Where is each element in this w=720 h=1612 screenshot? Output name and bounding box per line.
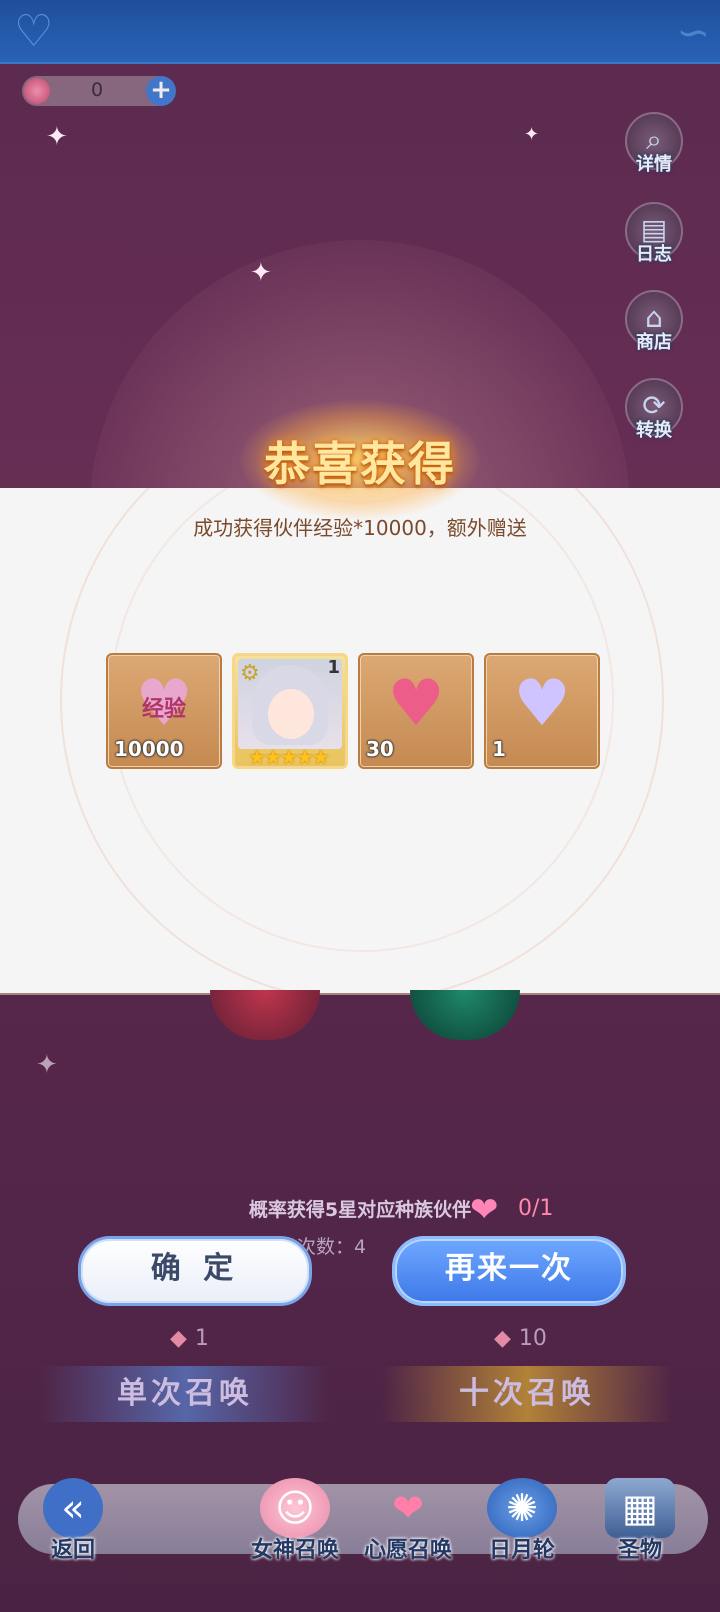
- convert-label: 转换: [636, 420, 672, 441]
- single-cost-value: 1: [194, 1326, 209, 1351]
- gear-icon: ⚙: [240, 661, 260, 686]
- nav-wish-summon[interactable]: ❤ 心愿召唤: [352, 1478, 464, 1590]
- exp-label: 经验: [141, 697, 186, 722]
- nav-sun-moon-wheel[interactable]: ✺ 日月轮: [472, 1478, 572, 1590]
- character-level: 1: [327, 657, 340, 678]
- nav-back[interactable]: « 返回: [28, 1478, 118, 1590]
- wish-count: 0/1: [518, 1196, 554, 1221]
- shop-label: 商店: [636, 332, 672, 353]
- single-summon-label: 单次召唤: [117, 1376, 253, 1411]
- crystal-heart-icon: ♥: [513, 667, 571, 741]
- reward-character-item[interactable]: ⚙ 1 ★★★★★: [232, 653, 348, 769]
- sparkle-icon: ✦: [250, 258, 272, 288]
- gem-icon: [24, 78, 50, 104]
- reward-dialog: 成功获得伙伴经验*10000，额外赠送 ♥ 经验 10000 ⚙ 1 ★★★★★…: [0, 488, 720, 995]
- reward-exp-item[interactable]: ♥ 经验 10000: [106, 653, 222, 769]
- shop-button[interactable]: ⌂ 商店: [622, 290, 686, 354]
- reward-quantity: 30: [366, 737, 394, 761]
- nav-relic-label: 圣物: [617, 1538, 662, 1563]
- bottom-nav: « 返回 ☺ 女神召唤 ❤ 心愿召唤 ✺ 日月轮 ▦ 圣物: [0, 1478, 720, 1612]
- lips-icon: ❤: [470, 1190, 499, 1230]
- ten-cost: ◆ 10: [494, 1326, 547, 1351]
- goddess-portrait-icon: ☺: [260, 1478, 330, 1538]
- relic-chest-icon: ▦: [605, 1478, 675, 1538]
- wave-decoration-icon: ∽: [676, 10, 710, 56]
- single-cost: ◆ 1: [170, 1326, 209, 1351]
- reward-heart-item[interactable]: ♥ 30: [358, 653, 474, 769]
- gem-icon: ◆: [170, 1326, 187, 1351]
- reward-crystal-item[interactable]: ♥ 1: [484, 653, 600, 769]
- congrats-banner: 恭喜获得: [190, 400, 530, 520]
- add-currency-button[interactable]: +: [146, 76, 176, 106]
- single-summon-button[interactable]: 单次召唤: [40, 1366, 330, 1422]
- confirm-label: 确 定: [150, 1251, 240, 1286]
- details-label: 详情: [636, 154, 672, 175]
- sparkle-icon: ✦: [46, 122, 68, 152]
- dialog-title: 恭喜获得: [264, 437, 456, 491]
- twin-hearts-icon: ❤: [392, 1486, 424, 1530]
- summon-again-button[interactable]: 再来一次: [392, 1236, 626, 1306]
- nav-relic[interactable]: ▦ 圣物: [590, 1478, 690, 1590]
- sparkle-icon: ✦: [524, 124, 540, 145]
- reward-quantity: 1: [492, 737, 506, 761]
- back-arrow-icon: «: [43, 1478, 103, 1538]
- confirm-button[interactable]: 确 定: [78, 1236, 312, 1306]
- probability-text: 概率获得5星对应种族伙伴: [248, 1199, 472, 1221]
- character-face: [268, 689, 314, 739]
- nav-goddess-label: 女神召唤: [250, 1538, 339, 1563]
- currency-amount: 0: [90, 79, 104, 101]
- currency-counter: 0 +: [22, 76, 176, 106]
- nav-wheel-label: 日月轮: [488, 1538, 555, 1563]
- compass-wheel-icon: ✺: [487, 1478, 557, 1538]
- convert-button[interactable]: ⟳ 转换: [622, 378, 686, 442]
- log-label: 日志: [636, 244, 672, 265]
- ten-cost-value: 10: [518, 1326, 547, 1351]
- ten-summon-label: 十次召唤: [459, 1376, 595, 1411]
- details-button[interactable]: ⌕ 详情: [622, 112, 686, 176]
- nav-goddess-summon[interactable]: ☺ 女神召唤: [240, 1478, 350, 1590]
- nav-back-label: 返回: [50, 1538, 95, 1563]
- star-rating: ★★★★★: [248, 745, 330, 769]
- winged-heart-icon: ♡: [14, 6, 54, 57]
- gem-icon: ◆: [494, 1326, 511, 1351]
- reward-quantity: 10000: [114, 737, 184, 761]
- summon-again-label: 再来一次: [445, 1251, 573, 1286]
- nav-wish-label: 心愿召唤: [363, 1538, 452, 1563]
- ten-summon-button[interactable]: 十次召唤: [382, 1366, 672, 1422]
- log-button[interactable]: ▤ 日志: [622, 202, 686, 266]
- pink-heart-icon: ♥: [387, 667, 445, 741]
- top-bar: ♡ ∽: [0, 0, 720, 64]
